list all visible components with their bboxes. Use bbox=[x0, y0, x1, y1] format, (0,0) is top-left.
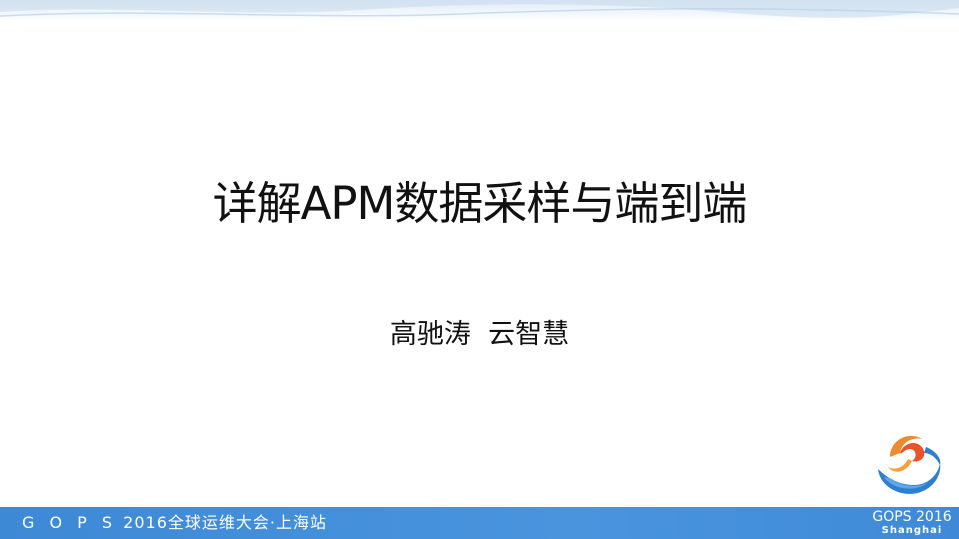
footer-event-prefix: G O P S bbox=[22, 513, 118, 532]
footer-event-name: 2016全球运维大会·上海站 bbox=[123, 513, 327, 532]
gops-brand: GOPS 2016 Shanghai bbox=[868, 507, 956, 539]
header-decor bbox=[0, 0, 959, 22]
footer-event-label: G O P S 2016全球运维大会·上海站 bbox=[22, 508, 327, 538]
slide-title: 详解APM数据采样与端到端 bbox=[212, 177, 748, 230]
brand-name: GOPS 2016 bbox=[872, 509, 952, 525]
wave-decoration bbox=[0, 0, 959, 18]
brand-city: Shanghai bbox=[881, 525, 943, 536]
gops-logo-icon bbox=[870, 427, 950, 502]
slide-author: 高驰涛 云智慧 bbox=[389, 319, 570, 350]
